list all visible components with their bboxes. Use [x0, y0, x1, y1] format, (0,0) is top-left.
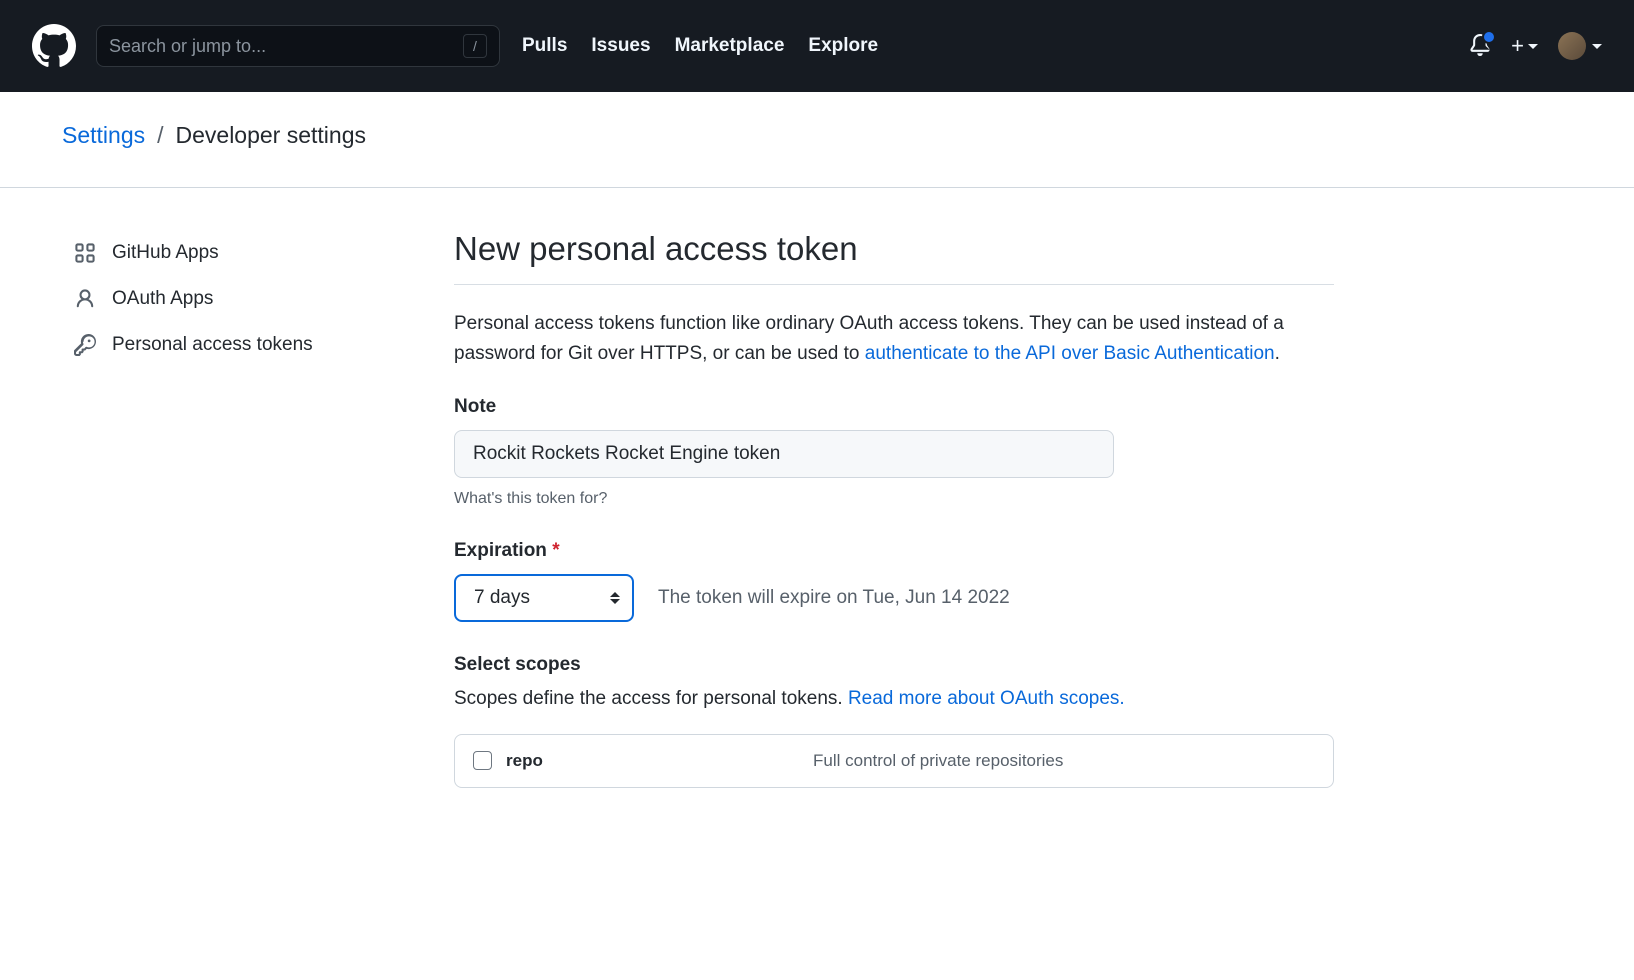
- apps-icon: [74, 242, 96, 264]
- nav-explore[interactable]: Explore: [808, 35, 878, 57]
- create-new-dropdown[interactable]: +: [1511, 33, 1538, 59]
- expiration-label: Expiration *: [454, 540, 1334, 562]
- sidebar-item-label: GitHub Apps: [112, 242, 219, 264]
- expiration-select[interactable]: 7 days: [454, 574, 634, 622]
- breadcrumb-settings[interactable]: Settings: [62, 122, 145, 149]
- nav-issues[interactable]: Issues: [591, 35, 650, 57]
- page-description: Personal access tokens function like ord…: [454, 309, 1334, 370]
- chevron-down-icon: [1592, 44, 1602, 49]
- nav-pulls[interactable]: Pulls: [522, 35, 567, 57]
- sidebar-item-label: OAuth Apps: [112, 288, 213, 310]
- notifications-button[interactable]: [1469, 34, 1491, 59]
- breadcrumb-current: Developer settings: [176, 122, 367, 149]
- scopes-link[interactable]: Read more about OAuth scopes.: [848, 688, 1125, 709]
- global-header: / Pulls Issues Marketplace Explore +: [0, 0, 1634, 92]
- auth-link[interactable]: authenticate to the API over Basic Authe…: [865, 343, 1275, 364]
- sidebar-item-label: Personal access tokens: [112, 334, 313, 356]
- search-input[interactable]: [109, 36, 463, 57]
- plus-icon: +: [1511, 33, 1524, 59]
- github-logo-icon[interactable]: [32, 24, 76, 68]
- nav-marketplace[interactable]: Marketplace: [675, 35, 785, 57]
- expiration-select-wrapper: 7 days: [454, 574, 634, 622]
- avatar: [1558, 32, 1586, 60]
- repo-checkbox[interactable]: [473, 751, 492, 770]
- expiration-info: The token will expire on Tue, Jun 14 202…: [658, 587, 1010, 609]
- breadcrumb-section: Settings / Developer settings: [0, 92, 1634, 188]
- sidebar-item-personal-access-tokens[interactable]: Personal access tokens: [62, 322, 422, 368]
- note-input[interactable]: [454, 430, 1114, 478]
- person-icon: [74, 288, 96, 310]
- main-content: GitHub Apps OAuth Apps Personal access t…: [0, 188, 1634, 830]
- page-title: New personal access token: [454, 230, 1334, 285]
- note-help-text: What's this token for?: [454, 490, 1334, 508]
- breadcrumb-separator: /: [157, 122, 163, 149]
- scopes-description: Scopes define the access for personal to…: [454, 688, 1334, 710]
- expiration-row: 7 days The token will expire on Tue, Jun…: [454, 574, 1334, 622]
- sidebar-item-github-apps[interactable]: GitHub Apps: [62, 230, 422, 276]
- note-label: Note: [454, 396, 1334, 418]
- key-icon: [74, 334, 96, 356]
- user-menu-dropdown[interactable]: [1558, 32, 1602, 60]
- scopes-label: Select scopes: [454, 654, 1334, 676]
- scope-left: repo: [473, 751, 813, 771]
- content-area: New personal access token Personal acces…: [454, 230, 1334, 788]
- slash-key-hint: /: [463, 34, 487, 58]
- scope-row-repo: repo Full control of private repositorie…: [455, 735, 1333, 787]
- scopes-table: repo Full control of private repositorie…: [454, 734, 1334, 788]
- search-box[interactable]: /: [96, 25, 500, 67]
- desc-suffix: .: [1275, 343, 1280, 364]
- chevron-down-icon: [1528, 44, 1538, 49]
- sidebar: GitHub Apps OAuth Apps Personal access t…: [62, 230, 422, 788]
- header-right: +: [1469, 32, 1602, 60]
- breadcrumb: Settings / Developer settings: [62, 122, 1572, 149]
- notification-indicator: [1482, 30, 1496, 44]
- required-indicator: *: [552, 540, 559, 561]
- primary-nav: Pulls Issues Marketplace Explore: [522, 35, 878, 57]
- scope-description: Full control of private repositories: [813, 751, 1063, 771]
- scope-name: repo: [506, 751, 543, 771]
- sidebar-item-oauth-apps[interactable]: OAuth Apps: [62, 276, 422, 322]
